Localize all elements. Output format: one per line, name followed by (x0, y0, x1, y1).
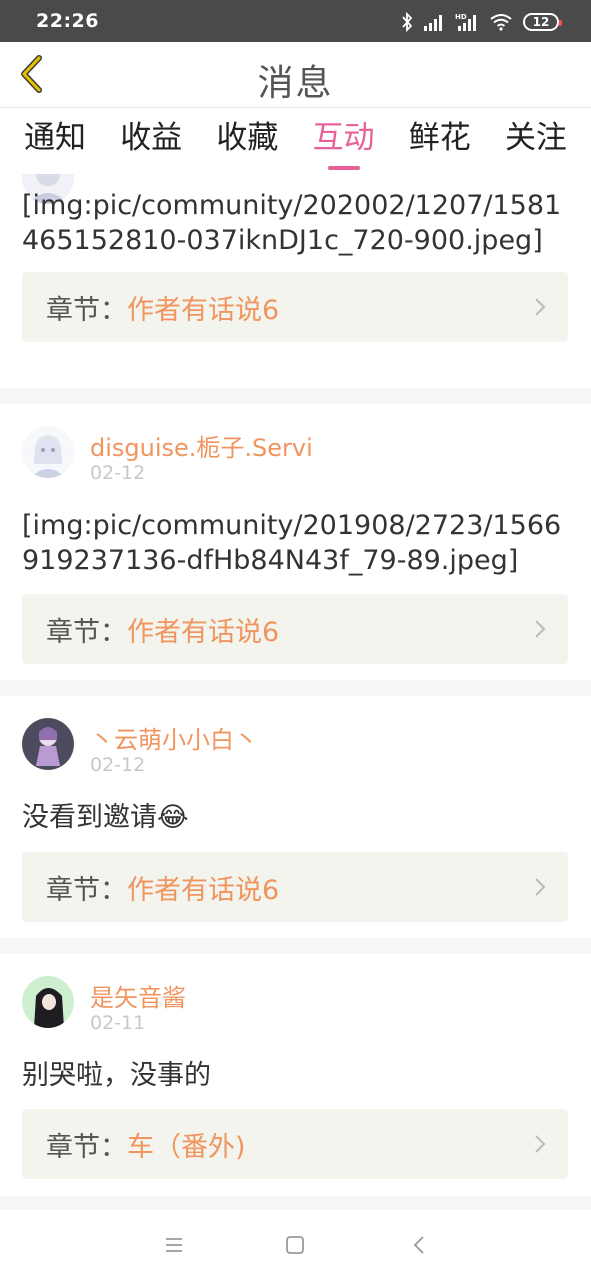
chapter-prefix: 章节： (46, 1131, 127, 1163)
app-header: 消息 (0, 42, 591, 108)
page-title: 消息 (257, 63, 334, 104)
chevron-right-icon (535, 620, 546, 638)
chevron-right-icon (535, 1135, 546, 1153)
list-item[interactable]: 是矢音酱 02-11 别哭啦，没事的 章节： 车（番外) (0, 954, 591, 1196)
status-icons: HD 12 (401, 12, 562, 32)
battery-icon: 12 (523, 13, 562, 31)
chapter-link[interactable]: 章节： 作者有话说6 (22, 852, 568, 922)
menu-icon[interactable] (161, 1232, 187, 1258)
chapter-link[interactable]: 章节： 作者有话说6 (22, 594, 568, 664)
card-header: 是矢音酱 02-11 (0, 954, 591, 1040)
card-header: disguise.栀子.Servi 02-12 (0, 404, 591, 490)
message-content: [img:pic/community/202002/1207/158146515… (22, 190, 562, 256)
message-content: 没看到邀请😂 (22, 802, 189, 833)
back-triangle-icon[interactable] (407, 1232, 433, 1258)
chapter-prefix: 章节： (46, 616, 127, 648)
chapter-name: 车（番外) (127, 1131, 246, 1163)
bluetooth-icon (402, 12, 413, 32)
list-item[interactable]: 丶云萌小小白丶 02-12 没看到邀请😂 章节： 作者有话说6 (0, 696, 591, 938)
status-time: 22:26 (36, 10, 99, 32)
chevron-right-icon (535, 298, 546, 316)
chapter-link[interactable]: 章节： 车（番外) (22, 1109, 568, 1179)
tab-earnings[interactable]: 收益 (120, 108, 182, 174)
chapter-name: 作者有话说6 (127, 616, 280, 648)
wifi-icon (490, 14, 512, 31)
message-date: 02-12 (90, 754, 146, 776)
hd-signal-icon: HD (455, 13, 476, 31)
battery-level: 12 (532, 15, 550, 29)
username[interactable]: 是矢音酱 (90, 978, 186, 1013)
avatar[interactable] (22, 426, 74, 478)
username[interactable]: 丶云萌小小白丶 (90, 720, 258, 755)
tab-bar: 通知 收益 收藏 互动 鲜花 关注 (0, 108, 591, 174)
svg-text:HD: HD (455, 13, 467, 21)
chapter-name: 作者有话说6 (127, 294, 280, 326)
username[interactable]: disguise.栀子.Servi (90, 428, 313, 463)
list-item[interactable]: 02-12 [img:pic/community/202002/1207/158… (0, 174, 591, 388)
card-header: 丶云萌小小白丶 02-12 (0, 696, 591, 782)
avatar[interactable] (22, 976, 74, 1028)
tab-interaction[interactable]: 互动 (313, 108, 375, 174)
system-nav-bar (0, 1210, 591, 1280)
tab-notice[interactable]: 通知 (24, 108, 86, 174)
tab-favorites[interactable]: 收藏 (216, 108, 278, 174)
tab-following[interactable]: 关注 (505, 108, 567, 174)
status-bar: 22:26 HD 12 (0, 0, 591, 42)
message-date: 02-12 (90, 462, 146, 484)
message-content: [img:pic/community/201908/2723/156691923… (22, 510, 562, 576)
chapter-prefix: 章节： (46, 294, 127, 326)
chapter-link[interactable]: 章节： 作者有话说6 (22, 272, 568, 342)
tab-flowers[interactable]: 鲜花 (409, 108, 471, 174)
home-square-icon[interactable] (282, 1232, 308, 1258)
avatar[interactable] (22, 718, 74, 770)
chapter-name: 作者有话说6 (127, 874, 280, 906)
chapter-prefix: 章节： (46, 874, 127, 906)
chevron-right-icon (535, 878, 546, 896)
list-item[interactable]: disguise.栀子.Servi 02-12 [img:pic/communi… (0, 404, 591, 680)
message-content: 别哭啦，没事的 (22, 1060, 211, 1091)
message-list[interactable]: 02-12 [img:pic/community/202002/1207/158… (0, 174, 591, 1210)
signal-icon (424, 15, 442, 31)
message-date: 02-11 (90, 1012, 146, 1034)
